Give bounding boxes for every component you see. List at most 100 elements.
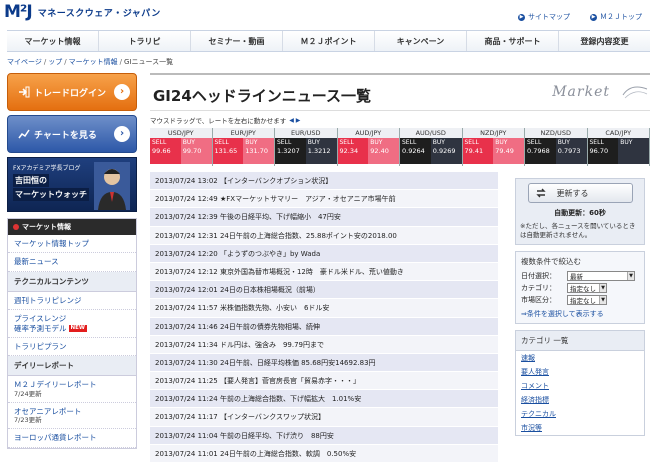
sitemap-link[interactable]: ▶ サイトマップ xyxy=(518,12,570,22)
m2j-logo[interactable]: M²J マネースクウェア・ジャパン xyxy=(4,2,161,22)
global-nav: マーケット情報 トラリピ セミナー・動画 Ｍ２Ｊポイント キャンペーン 商品・サ… xyxy=(7,30,650,52)
rate-pair[interactable]: EUR/USD SELL 1.3207 BUY 1.3212 xyxy=(275,128,338,166)
menu-item-trarip-plan[interactable]: トラリピプラン xyxy=(8,337,136,357)
category-link[interactable]: コメント xyxy=(516,379,644,393)
news-item[interactable]: 2013/07/24 11:04 午前の日経平均、下げ渋り 88円安 xyxy=(150,426,498,445)
portrait-image xyxy=(94,162,130,210)
buy-price-cell[interactable]: BUY xyxy=(618,138,649,164)
nav-trarip[interactable]: トラリピ xyxy=(99,31,191,51)
news-item[interactable]: 2013/07/24 11:57 米株価指数先物、小安い 6ドル安 xyxy=(150,299,498,318)
news-item[interactable]: 2013/07/24 11:01 24日午前の上海総合指数、軟調 0.50%安 xyxy=(150,444,498,463)
breadcrumb-mypage[interactable]: マイページ xyxy=(7,58,42,66)
menu-header: マーケット情報 xyxy=(8,219,136,235)
rate-pair-name: AUD/USD xyxy=(400,128,462,138)
rate-pair[interactable]: AUD/USD SELL 0.9264 BUY 0.9269 xyxy=(400,128,463,166)
buy-price-cell[interactable]: BUY 79.49 xyxy=(493,138,524,164)
buy-price-cell[interactable]: BUY 1.3212 xyxy=(305,138,337,164)
filter-date: 日付選択： 最新 ▼ xyxy=(521,270,639,281)
news-item[interactable]: 2013/07/24 12:31 24日午前の上海総合指数、25.88ポイント安… xyxy=(150,226,498,245)
nav-m2j-point[interactable]: Ｍ２Ｊポイント xyxy=(283,31,375,51)
date-select[interactable]: 最新 ▼ xyxy=(567,270,635,281)
breadcrumb-market[interactable]: マーケット情報 xyxy=(69,58,118,66)
sell-price-cell[interactable]: SELL 79.41 xyxy=(462,138,494,164)
buy-price-cell[interactable]: BUY 0.9269 xyxy=(430,138,462,164)
filter-apply-link[interactable]: ⇒条件を選択して表示する xyxy=(521,309,639,319)
sell-price-cell[interactable]: SELL 96.70 xyxy=(587,138,619,164)
news-item[interactable]: 2013/07/24 12:12 東京外国為替市場概況・12時 豪ドル米ドル、荒… xyxy=(150,262,498,282)
nav-seminar[interactable]: セミナー・動画 xyxy=(191,31,283,51)
rate-pair[interactable]: NZD/USD SELL 0.7968 BUY 0.7973 xyxy=(525,128,588,166)
nav-registration[interactable]: 登録内容変更 xyxy=(559,31,650,51)
buy-price: 79.49 xyxy=(495,146,514,155)
buy-price: 0.9269 xyxy=(432,146,456,155)
market-select[interactable]: 指定なし ▼ xyxy=(567,294,607,305)
sell-price: 92.34 xyxy=(339,146,359,155)
menu-section-daily: デイリーレポート xyxy=(8,356,136,377)
menu-item-europe[interactable]: ヨーロッパ通貨レポート xyxy=(8,429,136,448)
menu-item-price-range[interactable]: プライスレンジ 確率予測モデル NEW xyxy=(8,310,136,338)
sell-price: 131.65 xyxy=(214,146,238,155)
sell-price-cell[interactable]: SELL 99.66 xyxy=(150,138,181,164)
rate-pair[interactable]: USD/JPY SELL 99.66 BUY 99.70 xyxy=(150,128,213,166)
buy-price-cell[interactable]: BUY 131.70 xyxy=(243,138,274,164)
chart-icon xyxy=(18,128,30,140)
menu-item-m2j-daily[interactable]: Ｍ２Ｊデイリーレポート 7/24更新 xyxy=(8,376,136,403)
category-link[interactable]: テクニカル xyxy=(516,407,644,421)
category-link[interactable]: 速報 xyxy=(516,351,644,365)
sell-price: 0.7968 xyxy=(527,146,550,155)
chart-view-button[interactable]: チャートを見る › xyxy=(7,115,137,153)
news-item[interactable]: 2013/07/24 12:49 ★FXマーケットサマリー アジア・オセアニア市… xyxy=(150,190,498,209)
news-item[interactable]: 2013/07/24 11:34 ドル円は、強含み 99.79円まで xyxy=(150,335,498,354)
sell-price: 0.9264 xyxy=(402,146,425,155)
category-link[interactable]: 市況等 xyxy=(516,421,644,435)
scroll-arrows-icon[interactable]: ◀ ▶ xyxy=(289,117,300,124)
nav-campaign[interactable]: キャンペーン xyxy=(375,31,467,51)
news-item[interactable]: 2013/07/24 11:30 24日午前、日経平均株価 85.68円安146… xyxy=(150,353,498,373)
buy-price-cell[interactable]: BUY 92.40 xyxy=(368,138,399,164)
buy-price: 131.70 xyxy=(245,146,268,155)
category-link[interactable]: 経済指標 xyxy=(516,393,644,407)
sell-price-cell[interactable]: SELL 1.3207 xyxy=(275,138,306,164)
sell-price-cell[interactable]: SELL 131.65 xyxy=(212,138,244,164)
nav-market-info[interactable]: マーケット情報 xyxy=(7,31,99,51)
title-bar: GI24ヘッドラインニュース一覧 Market xyxy=(150,73,650,111)
rate-pair[interactable]: EUR/JPY SELL 131.65 BUY 131.70 xyxy=(212,128,275,166)
rate-pair[interactable]: AUD/JPY SELL 92.34 BUY 92.40 xyxy=(337,128,400,166)
trade-login-button[interactable]: トレードログイン › xyxy=(7,73,137,111)
rate-pair-name: USD/JPY xyxy=(150,128,212,138)
menu-item-oceania[interactable]: オセアニアレポート 7/23更新 xyxy=(8,402,136,430)
category-select[interactable]: 指定なし ▼ xyxy=(567,282,607,293)
news-item[interactable]: 2013/07/24 11:17 【インターバンクスワップ状況】 xyxy=(150,408,498,427)
news-item[interactable]: 2013/07/24 12:01 24日の日本株相場概況（前場） xyxy=(150,281,498,300)
rate-pair[interactable]: CAD/JPY SELL 96.70 BUY xyxy=(587,128,650,166)
filter-title: 複数条件で絞込む xyxy=(521,256,581,266)
news-item[interactable]: 2013/07/24 12:20 「ようずのつぶやき」by Wada xyxy=(150,244,498,263)
buy-price-cell[interactable]: BUY 0.7973 xyxy=(555,138,587,164)
sell-price-cell[interactable]: SELL 0.9264 xyxy=(400,138,431,164)
buy-price: 99.70 xyxy=(182,146,202,155)
news-item[interactable]: 2013/07/24 11:25 【要人発言】菅官房長官「貿易赤字・・・」 xyxy=(150,372,498,391)
refresh-box: 更新する 自動更新：60秒 ※ただし、各ニュースを開いているときは自動更新されま… xyxy=(515,178,645,245)
sell-price-cell[interactable]: SELL 92.34 xyxy=(337,138,369,164)
sell-price-cell[interactable]: SELL 0.7968 xyxy=(525,138,556,164)
menu-item-latest-news[interactable]: 最新ニュース xyxy=(8,253,136,272)
menu-item-market-top[interactable]: マーケット情報トップ xyxy=(8,235,136,254)
market-watch-banner[interactable]: FXアカデミア学長ブログ 吉田恒の マーケットウォッチ xyxy=(7,157,137,212)
news-item[interactable]: 2013/07/24 11:46 24日午前の債券先物相場、続伸 xyxy=(150,317,498,336)
news-item[interactable]: 2013/07/24 11:24 午前の上海総合指数、下げ幅拡大 1.01%安 xyxy=(150,390,498,409)
news-item[interactable]: 2013/07/24 13:02 【インターバンクオプション状況】 xyxy=(150,172,498,191)
buy-price-cell[interactable]: BUY 99.70 xyxy=(180,138,212,164)
menu-item-weekly-range[interactable]: 週刊トラリピレンジ xyxy=(8,291,136,311)
nav-products[interactable]: 商品・サポート xyxy=(467,31,559,51)
rate-pair[interactable]: NZD/JPY SELL 79.41 BUY 79.49 xyxy=(462,128,525,166)
refresh-button[interactable]: 更新する xyxy=(527,183,633,203)
rate-ticker[interactable]: USD/JPY SELL 99.66 BUY 99.70 EUR/JPY SELL 131.6… xyxy=(150,128,650,166)
breadcrumb-top[interactable]: ップ xyxy=(48,58,62,66)
left-column: トレードログイン › チャートを見る › FXアカデミア学長ブログ 吉田恒の マ… xyxy=(7,73,143,449)
news-item[interactable]: 2013/07/24 12:39 午後の日経平均、下げ幅縮小 47円安 xyxy=(150,208,498,227)
arrow-icon: ▶ xyxy=(518,13,525,21)
site-header: M²J マネースクウェア・ジャパン ▶ サイトマップ ▶ Ｍ２Ｊトップ xyxy=(0,0,650,30)
m2j-top-link[interactable]: ▶ Ｍ２Ｊトップ xyxy=(590,12,642,22)
category-link[interactable]: 要人発言 xyxy=(516,365,644,379)
rate-pair-name: NZD/JPY xyxy=(462,128,524,138)
